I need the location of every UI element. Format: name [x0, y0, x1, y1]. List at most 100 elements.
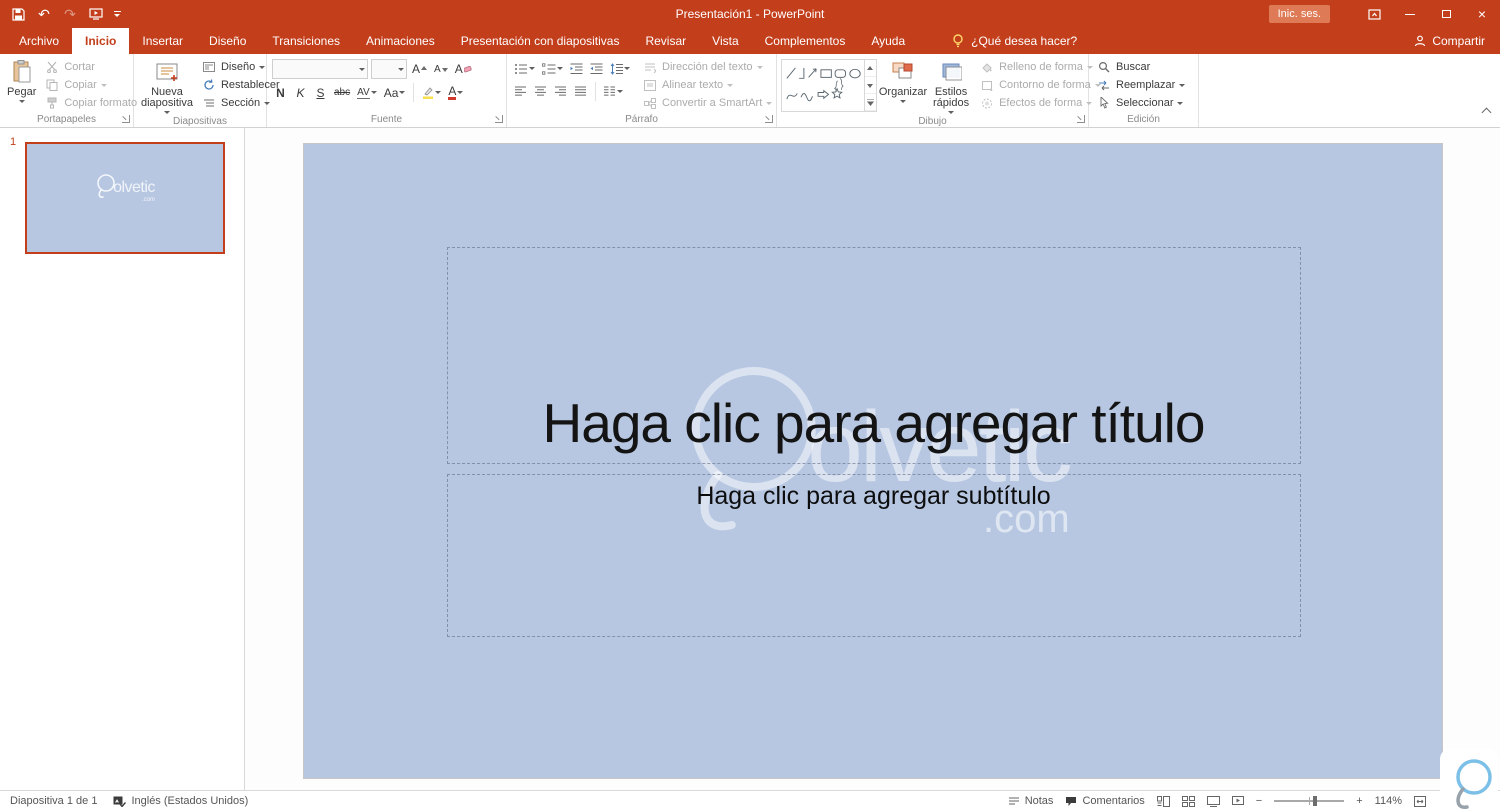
paste-button[interactable]: Pegar: [3, 55, 40, 112]
text-highlight-button[interactable]: [420, 83, 443, 102]
title-placeholder[interactable]: Haga clic para agregar título: [446, 247, 1301, 464]
cut-button[interactable]: Cortar: [40, 58, 141, 76]
gallery-more-icon[interactable]: [864, 94, 876, 111]
slideshow-view-button[interactable]: [1231, 795, 1244, 807]
sign-in-button[interactable]: Inic. ses.: [1268, 5, 1330, 23]
shape-fill-button[interactable]: Relleno de forma: [975, 58, 1105, 76]
align-text-button[interactable]: Alinear texto: [638, 76, 776, 94]
drawing-dialog-launcher[interactable]: [1077, 115, 1085, 123]
maximize-button[interactable]: [1428, 0, 1464, 28]
change-case-button[interactable]: Aa: [382, 83, 408, 102]
tab-insertar[interactable]: Insertar: [129, 28, 196, 54]
font-name-input[interactable]: [273, 60, 359, 78]
columns-button[interactable]: [602, 82, 625, 101]
italic-button[interactable]: K: [292, 83, 309, 102]
shape-outline-button[interactable]: Contorno de forma: [975, 76, 1105, 94]
align-left-button[interactable]: [512, 82, 529, 101]
zoom-out-button[interactable]: −: [1256, 795, 1262, 807]
strikethrough-button[interactable]: abc: [332, 83, 352, 102]
format-painter-button[interactable]: Copiar formato: [40, 94, 141, 112]
find-button[interactable]: Buscar: [1092, 58, 1189, 76]
tab-archivo[interactable]: Archivo: [6, 28, 72, 54]
subtitle-placeholder[interactable]: Haga clic para agregar subtítulo: [446, 474, 1301, 637]
minimize-button[interactable]: [1392, 0, 1428, 28]
tab-transiciones[interactable]: Transiciones: [259, 28, 353, 54]
ribbon-display-options-icon[interactable]: [1356, 0, 1392, 28]
arrange-button[interactable]: Organizar: [877, 55, 929, 115]
tab-ayuda[interactable]: Ayuda: [858, 28, 918, 54]
undo-icon[interactable]: ↶: [32, 2, 56, 26]
notes-toggle[interactable]: Notas: [1008, 795, 1053, 807]
character-spacing-button[interactable]: AV: [355, 83, 379, 102]
new-slide-button[interactable]: Nueva diapositiva: [137, 55, 197, 115]
convert-smartart-button[interactable]: Convertir a SmartArt: [638, 94, 776, 112]
font-dialog-launcher[interactable]: [495, 115, 503, 123]
convert-smartart-label: Convertir a SmartArt: [662, 97, 763, 109]
font-color-button[interactable]: A: [446, 83, 465, 102]
titlebar-right: Inic. ses. ×: [1268, 0, 1500, 28]
align-right-button[interactable]: [552, 82, 569, 101]
shapes-gallery-scrollbar[interactable]: [863, 60, 876, 111]
shapes-gallery[interactable]: [781, 59, 877, 112]
tab-vista[interactable]: Vista: [699, 28, 751, 54]
divider: [595, 82, 596, 101]
close-button[interactable]: ×: [1464, 0, 1500, 28]
replace-button[interactable]: Reemplazar: [1092, 76, 1189, 94]
slide[interactable]: olvetic .com Haga clic para agregar títu…: [302, 143, 1443, 779]
tell-me-box[interactable]: ¿Qué desea hacer?: [946, 28, 1083, 54]
select-label: Seleccionar: [1116, 97, 1174, 109]
caret-icon: [259, 65, 266, 69]
line-spacing-button[interactable]: [608, 59, 632, 78]
paragraph-dialog-launcher[interactable]: [765, 115, 773, 123]
slide-sorter-view-button[interactable]: [1181, 795, 1195, 807]
underline-button[interactable]: S: [312, 83, 329, 102]
bullets-button[interactable]: [512, 59, 537, 78]
normal-view-button[interactable]: [1156, 795, 1170, 807]
tab-presentacion[interactable]: Presentación con diapositivas: [448, 28, 633, 54]
slide-thumbnail[interactable]: olvetic .com: [25, 142, 225, 254]
select-button[interactable]: Seleccionar: [1092, 94, 1189, 112]
font-size-input[interactable]: [372, 60, 398, 78]
scroll-down-icon[interactable]: [864, 77, 876, 94]
tab-animaciones[interactable]: Animaciones: [353, 28, 448, 54]
share-button[interactable]: Compartir: [1399, 28, 1500, 54]
caret-icon: [948, 111, 955, 114]
zoom-in-button[interactable]: +: [1356, 795, 1362, 807]
customize-qat-icon[interactable]: [110, 2, 124, 26]
comments-toggle[interactable]: Comentarios: [1065, 795, 1145, 807]
shape-effects-button[interactable]: Efectos de forma: [975, 94, 1105, 112]
tab-diseno[interactable]: Diseño: [196, 28, 259, 54]
group-slides: Nueva diapositiva Diseño Restablecer Sec…: [134, 54, 280, 127]
quick-styles-label: Estilos rápidos: [933, 86, 970, 109]
save-icon[interactable]: [6, 2, 30, 26]
language-selector[interactable]: Inglés (Estados Unidos): [113, 795, 248, 807]
start-slideshow-icon[interactable]: [84, 2, 108, 26]
tab-revisar[interactable]: Revisar: [632, 28, 699, 54]
grow-font-button[interactable]: A: [410, 60, 429, 79]
text-direction-button[interactable]: Dirección del texto: [638, 58, 776, 76]
align-center-button[interactable]: [532, 82, 549, 101]
caret-icon: [100, 83, 107, 87]
clipboard-dialog-launcher[interactable]: [122, 115, 130, 123]
tab-complementos[interactable]: Complementos: [752, 28, 859, 54]
reading-view-button[interactable]: [1206, 795, 1220, 807]
numbering-button[interactable]: [540, 59, 565, 78]
scroll-up-icon[interactable]: [864, 60, 876, 77]
bold-button[interactable]: N: [272, 83, 289, 102]
copy-button[interactable]: Copiar: [40, 76, 141, 94]
quick-styles-button[interactable]: Estilos rápidos: [929, 55, 973, 115]
increase-indent-button[interactable]: [588, 59, 605, 78]
redo-icon[interactable]: ↷: [58, 2, 82, 26]
decrease-indent-button[interactable]: [568, 59, 585, 78]
zoom-level[interactable]: 114%: [1375, 795, 1402, 807]
tab-inicio[interactable]: Inicio: [72, 28, 130, 54]
justify-button[interactable]: [572, 82, 589, 101]
fit-to-window-icon: [1414, 795, 1426, 807]
collapse-ribbon-button[interactable]: [1481, 103, 1492, 121]
zoom-slider[interactable]: [1274, 796, 1345, 806]
fit-slide-button[interactable]: [1414, 795, 1426, 807]
zoom-slider-thumb[interactable]: [1312, 796, 1317, 806]
clear-formatting-button[interactable]: A: [453, 60, 474, 79]
shrink-font-button[interactable]: A: [432, 60, 450, 79]
font-color-label: A: [448, 83, 457, 100]
